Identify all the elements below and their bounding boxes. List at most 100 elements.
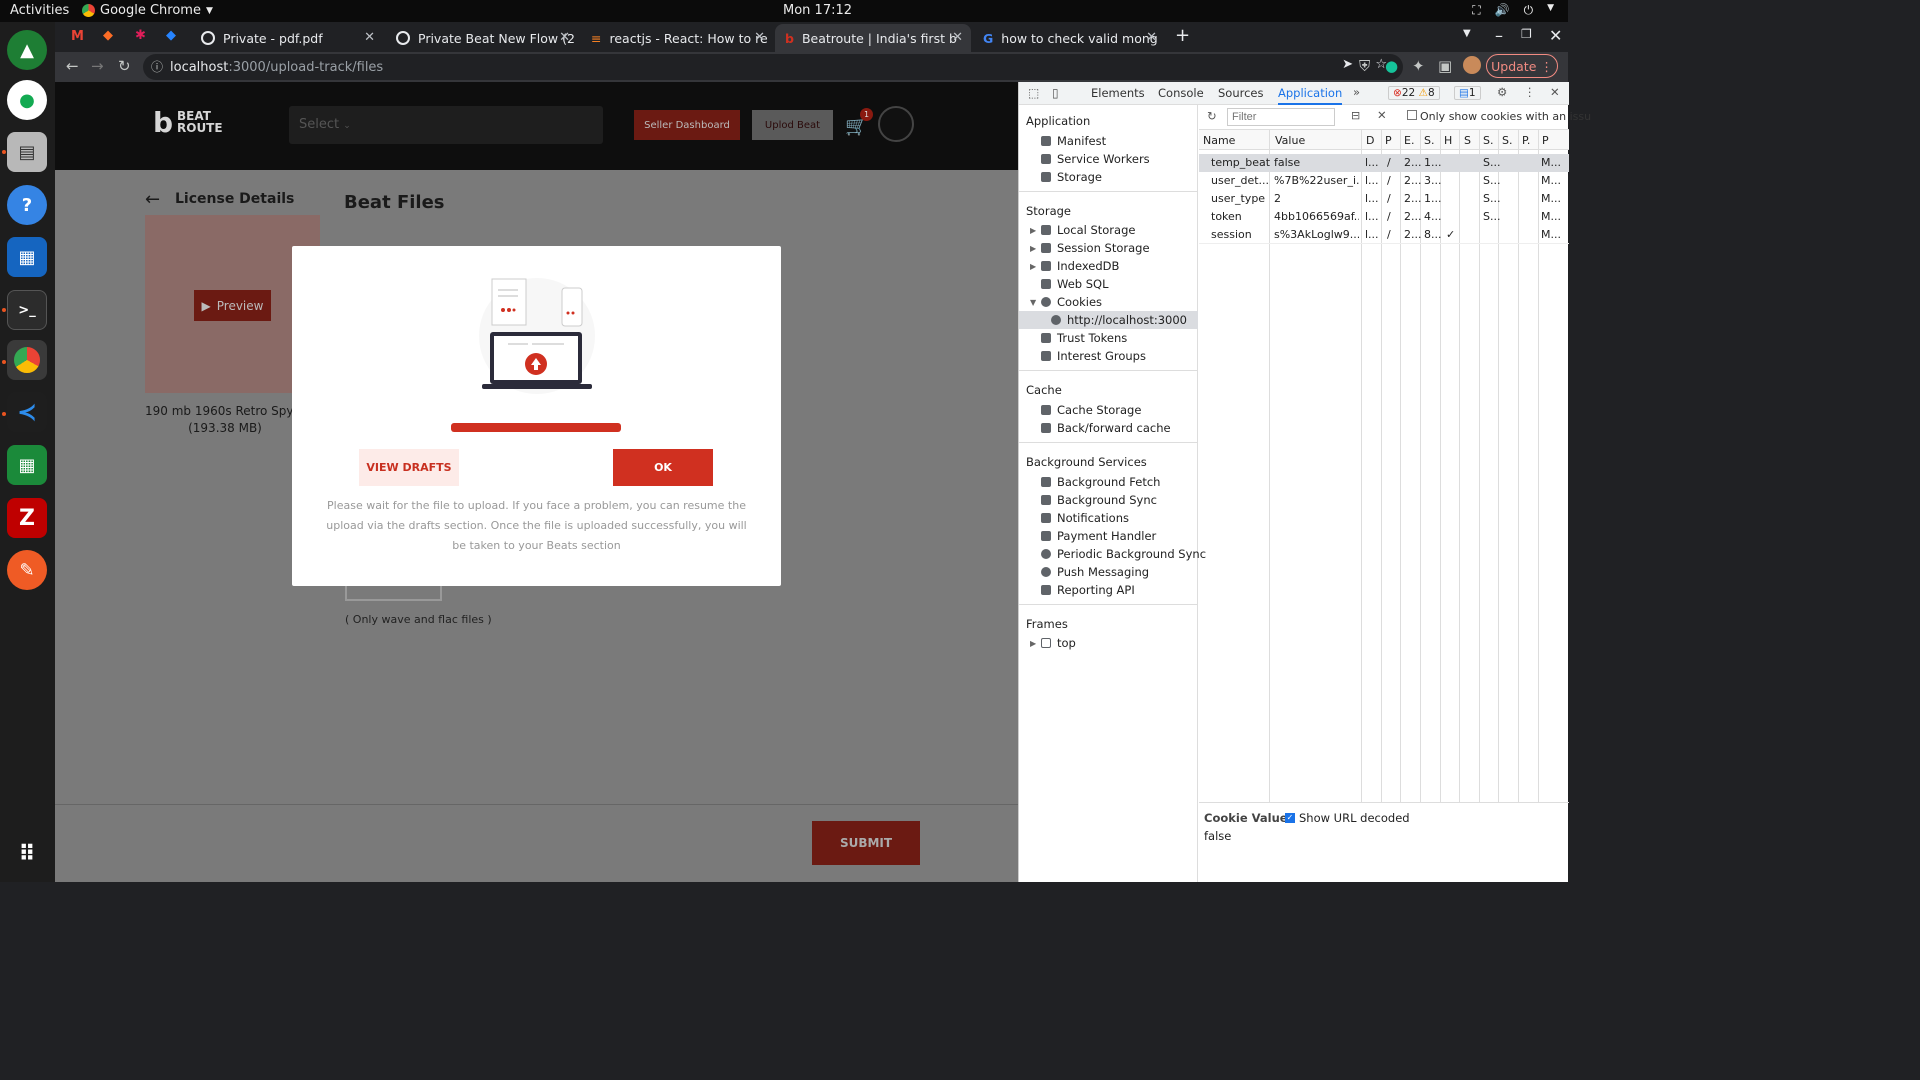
col-size[interactable]: S. xyxy=(1424,134,1434,147)
rocket-app-icon[interactable]: ▲ xyxy=(7,30,47,70)
expand-arrow-icon[interactable]: ▶ xyxy=(1030,226,1036,235)
expand-arrow-icon[interactable]: ▶ xyxy=(1030,262,1036,271)
mongodb-compass-icon[interactable]: ● xyxy=(7,80,47,120)
forward-button[interactable]: → xyxy=(91,57,104,75)
sidebar-item-local-storage[interactable]: Local Storage xyxy=(1041,223,1135,237)
postman-icon[interactable]: ✎ xyxy=(7,550,47,590)
col-name[interactable]: Name xyxy=(1203,134,1235,147)
device-toolbar-icon[interactable]: ▯ xyxy=(1052,86,1059,100)
chrome-icon[interactable] xyxy=(7,340,47,380)
gitlab-pinned-icon[interactable]: ◆ xyxy=(103,28,113,43)
close-icon[interactable]: ✕ xyxy=(364,30,375,45)
reload-button[interactable]: ↻ xyxy=(118,57,131,75)
col-domain[interactable]: D xyxy=(1366,134,1374,147)
close-icon[interactable]: ✕ xyxy=(1146,30,1157,45)
sidebar-item-notifications[interactable]: Notifications xyxy=(1041,511,1129,525)
send-icon[interactable]: ➤ xyxy=(1342,57,1353,72)
terminal-icon[interactable]: >_ xyxy=(7,290,47,330)
sidebar-item-session-storage[interactable]: Session Storage xyxy=(1041,241,1150,255)
show-url-decoded-checkbox[interactable]: ✓ Show URL decoded xyxy=(1285,811,1410,825)
inspect-element-icon[interactable]: ⬚ xyxy=(1028,86,1039,100)
col-partition[interactable]: P. xyxy=(1522,134,1530,147)
tab-mongo[interactable]: Ghow to check valid mong ✕ xyxy=(973,24,1165,52)
sidebar-item-cookies[interactable]: Cookies xyxy=(1041,295,1102,309)
col-expires[interactable]: E. xyxy=(1404,134,1414,147)
sidebar-item-web-sql[interactable]: Web SQL xyxy=(1041,277,1109,291)
gmail-pinned-icon[interactable]: M xyxy=(71,29,84,44)
back-button[interactable]: ← xyxy=(66,57,79,75)
sidebar-item-service-workers[interactable]: Service Workers xyxy=(1041,152,1150,166)
close-window-button[interactable]: ✕ xyxy=(1549,26,1562,45)
sidebar-item-background-fetch[interactable]: Background Fetch xyxy=(1041,475,1160,489)
system-tray[interactable]: ⛶ 🔊 ⏻ ▼ xyxy=(1472,3,1554,18)
tab-beatroute[interactable]: b Beatroute | India's first b ✕ xyxy=(775,24,971,52)
table-row[interactable]: token 4bb1066569af... l.../ 2... 4... S...… xyxy=(1199,208,1569,226)
table-row[interactable]: user_type 2 l.../ 2... 1... S... M... xyxy=(1199,190,1569,208)
jira-pinned-icon[interactable]: ◆ xyxy=(166,28,176,43)
col-sameparty[interactable]: S. xyxy=(1502,134,1512,147)
address-bar[interactable]: ⓘ localhost:3000/upload-track/files ➤ ☆ xyxy=(143,54,1403,80)
col-samesite[interactable]: S. xyxy=(1483,134,1493,147)
filter-input[interactable] xyxy=(1227,108,1335,126)
tab-application[interactable]: Application xyxy=(1278,86,1343,105)
filezilla-icon[interactable]: Z xyxy=(7,498,47,538)
activities-button[interactable]: Activities xyxy=(10,3,69,18)
writer-icon[interactable]: ▦ xyxy=(7,237,47,277)
slack-pinned-icon[interactable]: ✱ xyxy=(135,28,146,43)
sidebar-item-indexeddb[interactable]: IndexedDB xyxy=(1041,259,1119,273)
close-icon[interactable]: ✕ xyxy=(754,30,765,45)
col-httponly[interactable]: H xyxy=(1444,134,1452,147)
clear-all-icon[interactable]: ✕ xyxy=(1377,108,1387,122)
settings-gear-icon[interactable]: ⚙ xyxy=(1497,85,1507,99)
table-row[interactable]: user_det... %7B%22user_i... l.../ 2... 3..… xyxy=(1199,172,1569,190)
close-devtools-icon[interactable]: ✕ xyxy=(1550,85,1560,99)
tab-elements[interactable]: Elements xyxy=(1091,86,1145,100)
maximize-button[interactable]: ❐ xyxy=(1521,27,1532,41)
expand-arrow-icon[interactable]: ▶ xyxy=(1030,639,1036,648)
sidebar-item-cache-storage[interactable]: Cache Storage xyxy=(1041,403,1141,417)
clock[interactable]: Mon 17:12 xyxy=(783,3,852,18)
col-priority[interactable]: P xyxy=(1542,134,1549,147)
sidebar-item-manifest[interactable]: Manifest xyxy=(1041,134,1106,148)
only-issues-checkbox[interactable]: Only show cookies with an issu xyxy=(1407,110,1591,123)
sidebar-item-storage[interactable]: Storage xyxy=(1041,170,1102,184)
sidebar-item-reporting-api[interactable]: Reporting API xyxy=(1041,583,1135,597)
sidebar-item-payment-handler[interactable]: Payment Handler xyxy=(1041,529,1156,543)
submit-button[interactable]: SUBMIT xyxy=(812,821,920,865)
grammarly-icon[interactable]: ● xyxy=(1385,57,1398,75)
view-drafts-button[interactable]: VIEW DRAFTS xyxy=(359,449,459,486)
shield-extension-icon[interactable]: ⛨ xyxy=(1359,57,1370,75)
seller-dashboard-button[interactable]: Seller Dashboard xyxy=(634,110,740,140)
user-avatar[interactable] xyxy=(878,106,914,142)
messages-counter[interactable]: ▤1 xyxy=(1454,86,1481,100)
upload-beat-button[interactable]: Uplod Beat xyxy=(752,110,833,140)
beatroute-logo[interactable]: b BEAT ROUTE xyxy=(153,106,233,139)
tab-console[interactable]: Console xyxy=(1158,86,1204,100)
new-tab-button[interactable]: + xyxy=(1175,25,1190,46)
sidebar-item-cookie-origin[interactable]: http://localhost:3000 xyxy=(1051,313,1187,327)
help-icon[interactable]: ? xyxy=(7,185,47,225)
minimize-button[interactable]: – xyxy=(1495,26,1503,45)
files-icon[interactable]: ▤ xyxy=(7,132,47,172)
tab-search-icon[interactable]: ▼ xyxy=(1463,28,1471,39)
table-row[interactable]: temp_beat false l.../ 2... 1... S... M... xyxy=(1199,154,1569,172)
sidebar-item-background-sync[interactable]: Background Sync xyxy=(1041,493,1157,507)
tab-sources[interactable]: Sources xyxy=(1218,86,1264,100)
sidebar-item-push-messaging[interactable]: Push Messaging xyxy=(1041,565,1149,579)
back-arrow-icon[interactable]: ← xyxy=(145,189,160,210)
collapse-arrow-icon[interactable]: ▼ xyxy=(1030,298,1036,307)
vscode-icon[interactable]: ≺ xyxy=(7,392,47,432)
col-path[interactable]: P xyxy=(1385,134,1392,147)
tab-private-beat[interactable]: Private Beat New Flow (2 ✕ xyxy=(386,24,578,52)
sidebar-item-periodic-sync[interactable]: Periodic Background Sync xyxy=(1041,547,1206,561)
profile-avatar[interactable] xyxy=(1463,56,1481,74)
info-icon[interactable]: ⓘ xyxy=(151,58,163,75)
refresh-icon[interactable]: ↻ xyxy=(1207,109,1217,123)
extensions-icon[interactable]: ✦ xyxy=(1412,57,1425,75)
sidepanel-icon[interactable]: ▣ xyxy=(1438,57,1452,75)
show-apps-icon[interactable]: ⠿ xyxy=(7,834,47,874)
preview-button[interactable]: ▶ Preview xyxy=(194,290,271,321)
more-tabs-icon[interactable]: » xyxy=(1353,85,1360,99)
col-secure[interactable]: S xyxy=(1464,134,1471,147)
sidebar-item-trust-tokens[interactable]: Trust Tokens xyxy=(1041,331,1127,345)
